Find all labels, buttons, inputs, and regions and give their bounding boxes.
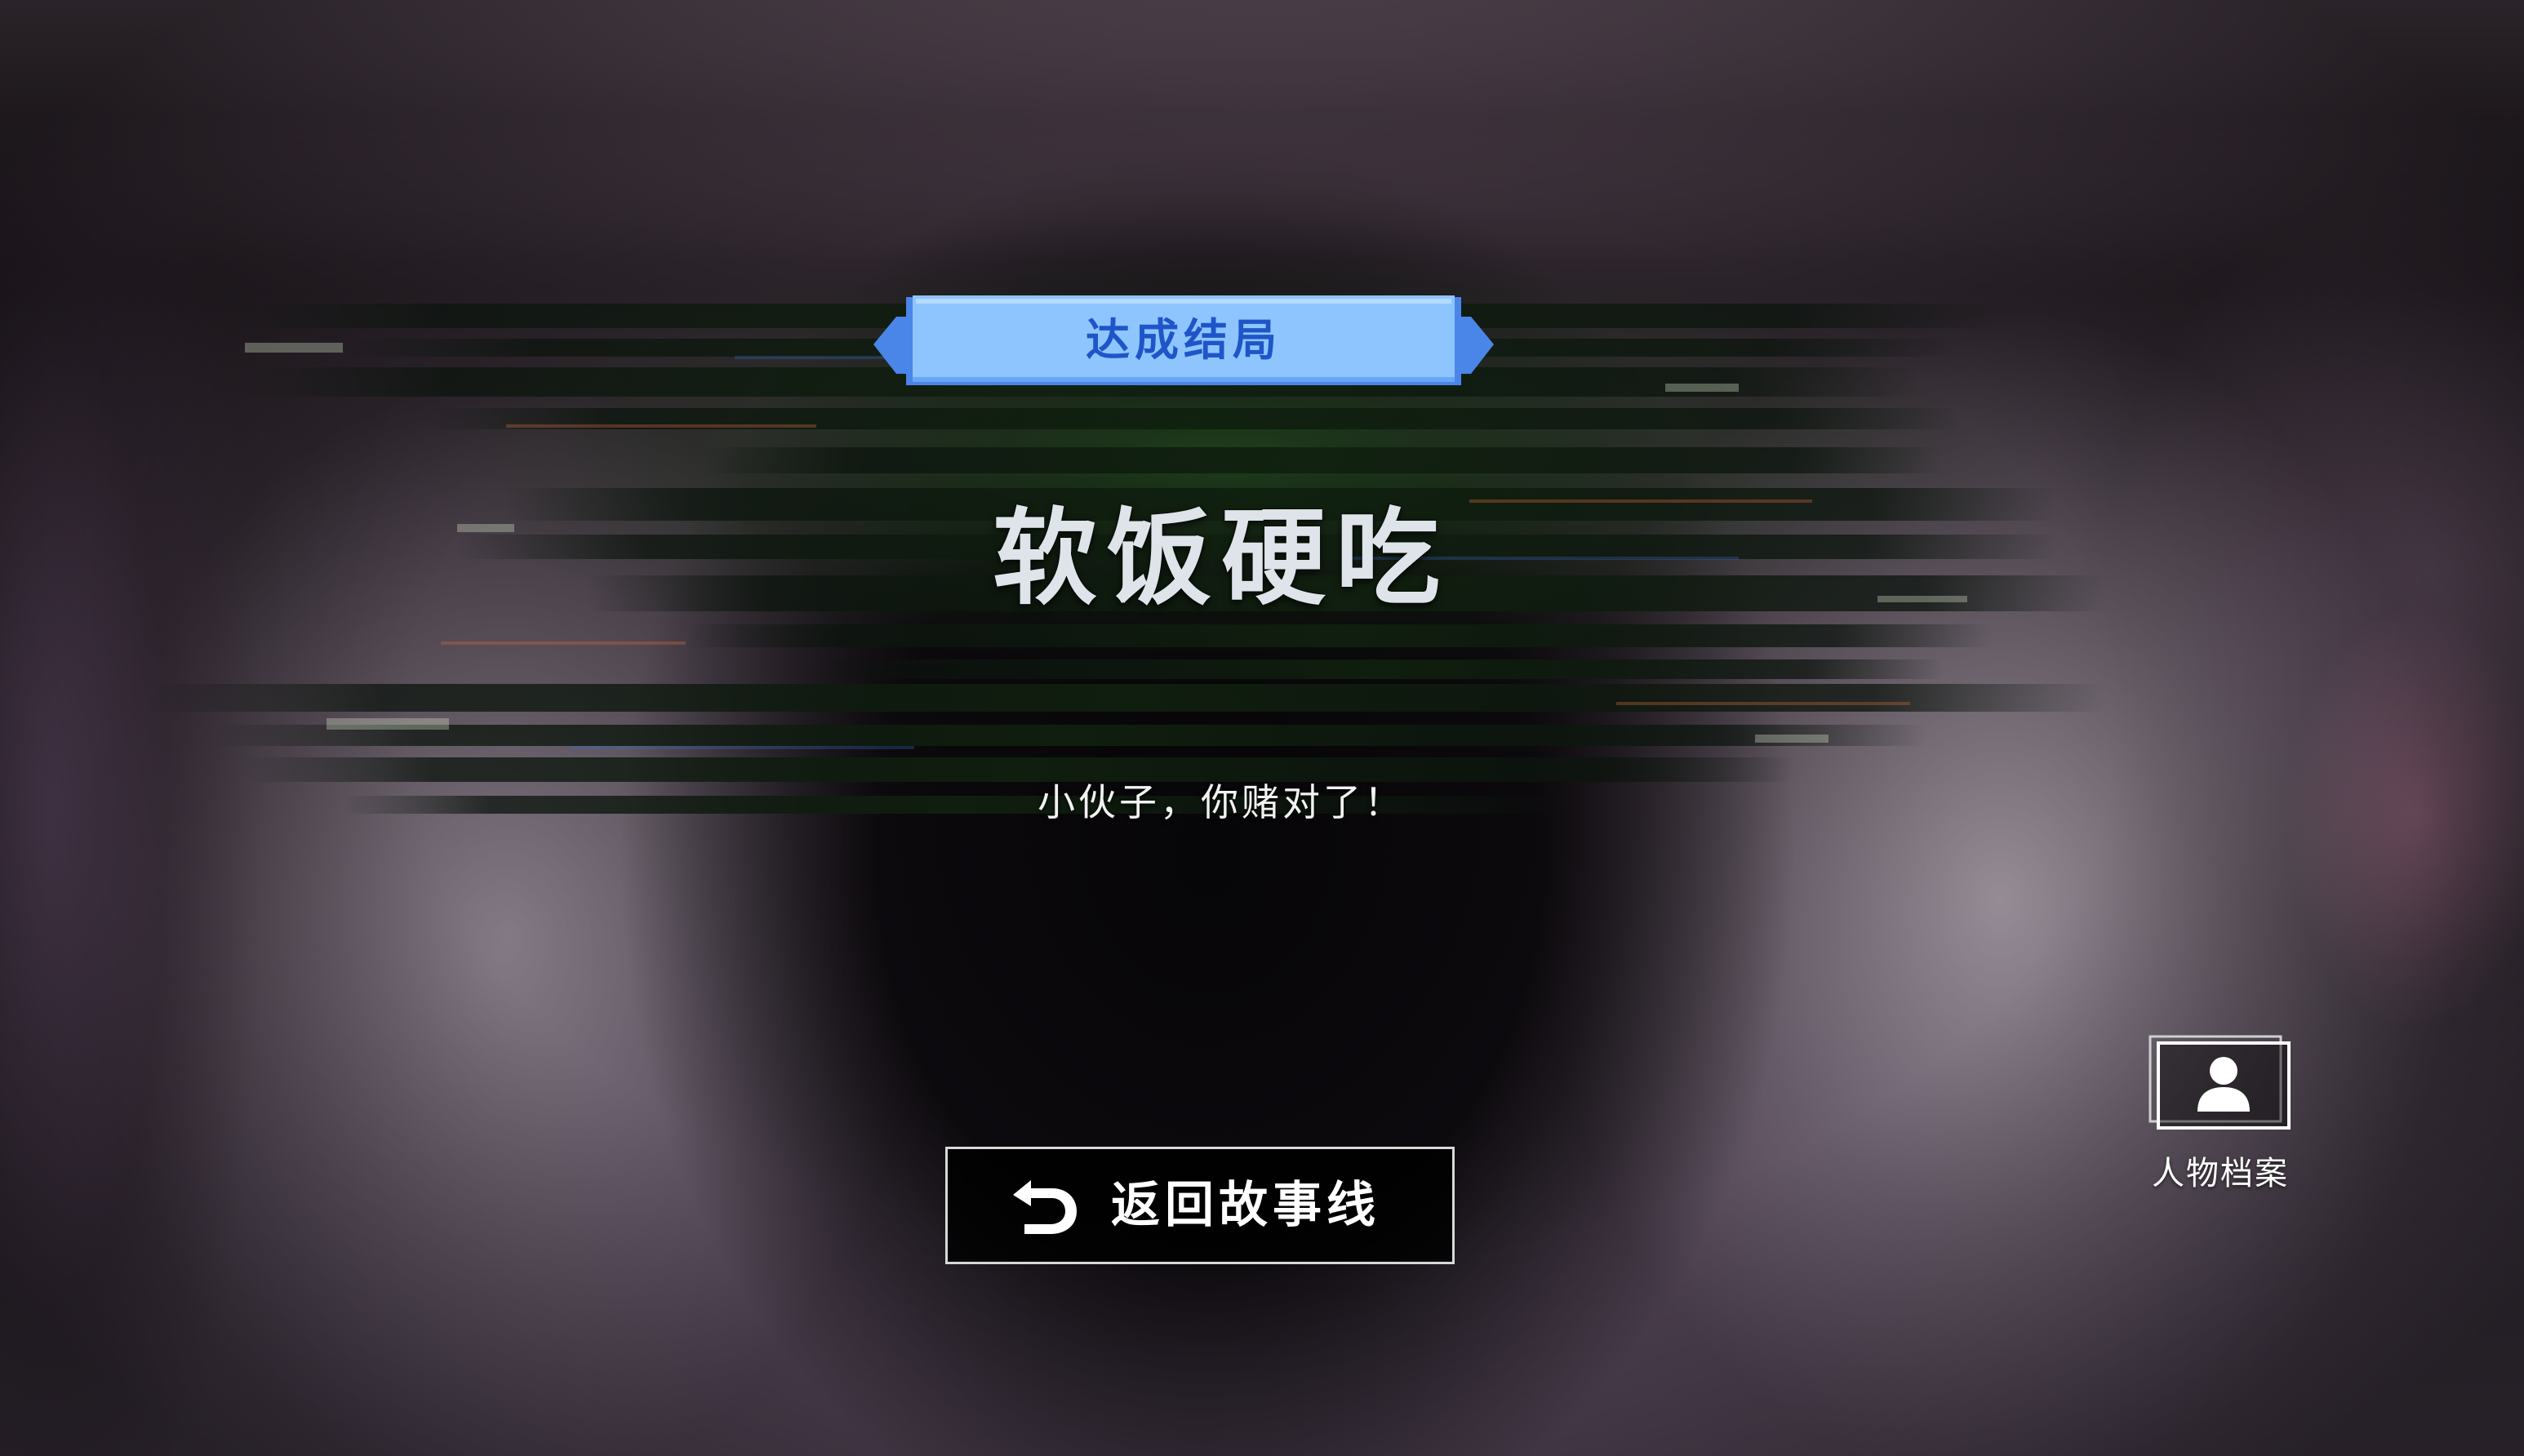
ending-screen: 达成结局 软饭硬吃 小伙子，你赌对了！ 返回故事线 人物档案 — [0, 0, 2524, 1456]
ending-achieved-banner: 达成结局 — [865, 292, 1502, 398]
ending-subtitle: 小伙子，你赌对了！ — [1038, 780, 1405, 824]
return-to-storyline-label: 返回故事线 — [1111, 1177, 1380, 1234]
character-profile-label: 人物档案 — [2152, 1155, 2289, 1192]
ending-achieved-label: 达成结局 — [1086, 314, 1282, 366]
character-profile-button[interactable]: 人物档案 — [2139, 1027, 2302, 1206]
return-to-storyline-button[interactable]: 返回故事线 — [945, 1147, 1455, 1264]
undo-arrow-icon — [1013, 1180, 1077, 1234]
ending-title: 软饭硬吃 — [992, 498, 1450, 619]
character-profile-icon — [2149, 1035, 2291, 1130]
